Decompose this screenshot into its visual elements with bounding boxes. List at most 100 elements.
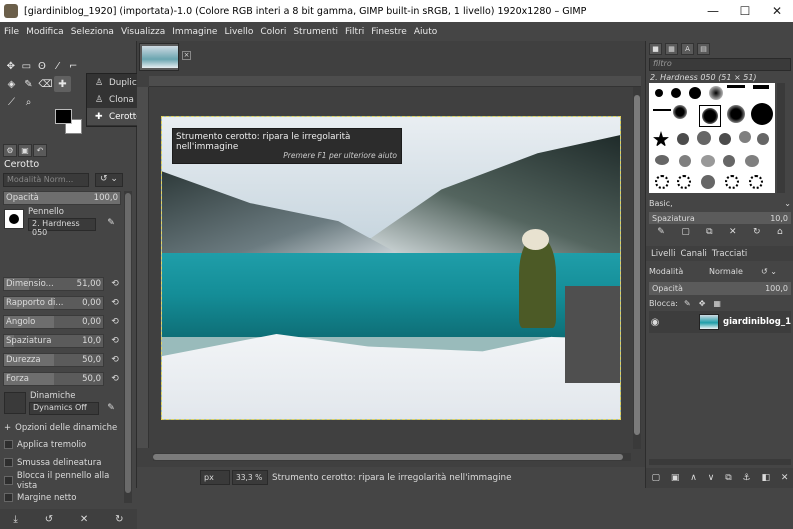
brushes-tab-icon[interactable]: ■ xyxy=(649,43,662,55)
dynamics-options-expander[interactable]: + Opzioni delle dinamiche xyxy=(4,421,117,434)
paintbrush-tool-icon[interactable]: ✎ xyxy=(20,76,37,92)
layer-mask-icon[interactable]: ◧ xyxy=(762,473,771,483)
menu-strumenti[interactable]: Strumenti xyxy=(293,27,338,37)
tab-layers[interactable]: Livelli xyxy=(651,249,675,259)
slider-reset-icon[interactable]: ⟲ xyxy=(108,315,122,329)
delete-layer-icon[interactable]: ✕ xyxy=(781,473,789,483)
document-history-tab-icon[interactable]: ▤ xyxy=(697,43,710,55)
brush-preview[interactable] xyxy=(4,209,24,229)
slider-4[interactable]: Durezza 50,0 xyxy=(3,353,104,367)
dynamics-field[interactable]: Dynamics Off xyxy=(29,402,99,415)
duplicate-layer-icon[interactable]: ⧉ xyxy=(725,473,731,483)
slider-2[interactable]: Angolo 0,00 xyxy=(3,315,104,329)
tool-options-tab-icon[interactable]: ⚙ xyxy=(3,144,17,157)
menu-immagine[interactable]: Immagine xyxy=(172,27,217,37)
fonts-tab-icon[interactable]: A xyxy=(681,43,694,55)
slider-reset-icon[interactable]: ⟲ xyxy=(108,334,122,348)
brush-filter-input[interactable]: filtro xyxy=(649,58,791,71)
brush-grid[interactable] xyxy=(649,83,775,193)
slider-0[interactable]: Dimensio... 51,00 xyxy=(3,277,104,291)
brush-refresh-icon[interactable]: ↻ xyxy=(753,227,761,237)
menu-colori[interactable]: Colori xyxy=(260,27,286,37)
foreground-color-swatch[interactable] xyxy=(55,109,72,124)
crop-tool-icon[interactable]: ⌐ xyxy=(65,58,81,74)
image-tab-thumbnail[interactable] xyxy=(139,43,179,71)
vertical-ruler[interactable] xyxy=(137,87,149,448)
visibility-eye-icon[interactable]: ◉ xyxy=(649,317,661,328)
color-swatches[interactable] xyxy=(55,109,85,137)
device-status-tab-icon[interactable]: ▣ xyxy=(18,144,32,157)
menu-livello[interactable]: Livello xyxy=(224,27,253,37)
close-button[interactable]: ✕ xyxy=(761,0,793,22)
horizontal-ruler[interactable] xyxy=(149,76,641,87)
color-picker-tool-icon[interactable]: ⟋ xyxy=(3,94,20,110)
lock-alpha-icon[interactable]: ▦ xyxy=(713,299,721,308)
move-tool-icon[interactable]: ✥ xyxy=(3,58,19,74)
raise-layer-icon[interactable]: ∧ xyxy=(690,473,697,483)
brush-grid-scrollbar[interactable] xyxy=(777,83,785,193)
zoom-tool-icon[interactable]: ⌕ xyxy=(20,94,37,110)
delete-options-icon[interactable]: ✕ xyxy=(80,514,88,525)
brush-open-icon[interactable]: ⌂ xyxy=(777,227,783,237)
lock-pixels-icon[interactable]: ✎ xyxy=(684,299,691,308)
maximize-button[interactable]: ☐ xyxy=(729,0,761,22)
menu-file[interactable]: File xyxy=(4,27,19,37)
tool-options-scrollbar[interactable] xyxy=(124,191,132,503)
slider-3[interactable]: Spaziatura 10,0 xyxy=(3,334,104,348)
lower-layer-icon[interactable]: ∨ xyxy=(708,473,715,483)
slider-1[interactable]: Rapporto di... 0,00 xyxy=(3,296,104,310)
dynamics-icon[interactable] xyxy=(4,392,26,414)
rect-select-tool-icon[interactable]: ▭ xyxy=(19,58,35,74)
brush-edit-icon[interactable]: ✎ xyxy=(657,227,665,237)
fuzzy-select-tool-icon[interactable]: ⁄ xyxy=(50,58,66,74)
hard-edge-checkbox[interactable]: Margine netto xyxy=(4,491,76,504)
layer-mode-dropdown[interactable]: Normale xyxy=(709,267,761,276)
slider-reset-icon[interactable]: ⟲ xyxy=(108,353,122,367)
undo-history-tab-icon[interactable]: ↶ xyxy=(33,144,47,157)
brush-duplicate-icon[interactable]: ⧉ xyxy=(706,227,712,237)
zoom-dropdown[interactable]: 33,3 % xyxy=(232,470,268,485)
heal-tool-icon[interactable]: ✚ xyxy=(54,76,71,92)
brush-new-icon[interactable]: ▢ xyxy=(681,227,690,237)
edit-brush-icon[interactable]: ✎ xyxy=(104,216,118,230)
edit-dynamics-icon[interactable]: ✎ xyxy=(104,401,118,415)
image-tab-close-icon[interactable]: × xyxy=(182,51,191,60)
slider-5[interactable]: Forza 50,0 xyxy=(3,372,104,386)
slider-reset-icon[interactable]: ⟲ xyxy=(108,277,122,291)
reset-options-icon[interactable]: ↻ xyxy=(115,514,123,525)
slider-reset-icon[interactable]: ⟲ xyxy=(108,372,122,386)
layer-row[interactable]: ◉ giardiniblog_1 xyxy=(649,311,791,333)
brush-name-field[interactable]: 2. Hardness 050 xyxy=(28,218,96,237)
horizontal-scrollbar[interactable] xyxy=(153,453,631,461)
menu-filtri[interactable]: Filtri xyxy=(345,27,364,37)
bucket-fill-tool-icon[interactable]: ◈ xyxy=(3,76,20,92)
smooth-stroke-checkbox[interactable]: Smussa delineatura xyxy=(4,456,101,469)
menu-modifica[interactable]: Modifica xyxy=(26,27,64,37)
layer-opacity-slider[interactable]: Opacità 100,0 xyxy=(649,282,791,295)
mode-reset-dropdown[interactable]: ↺ ⌄ xyxy=(95,172,123,187)
apply-jitter-checkbox[interactable]: Applica tremolio xyxy=(4,438,86,451)
slider-reset-icon[interactable]: ⟲ xyxy=(108,296,122,310)
lasso-tool-icon[interactable]: ʘ xyxy=(34,58,50,74)
save-options-icon[interactable]: ⤓ xyxy=(13,514,17,525)
menu-aiuto[interactable]: Aiuto xyxy=(414,27,437,37)
menu-visualizza[interactable]: Visualizza xyxy=(121,27,165,37)
preset-dropdown-chevron-icon[interactable]: ⌄ xyxy=(784,199,791,211)
anchor-layer-icon[interactable]: ⚓ xyxy=(743,473,751,483)
brush-spacing-slider[interactable]: Spaziatura 10,0 xyxy=(649,212,791,224)
vertical-scrollbar[interactable] xyxy=(633,87,641,449)
new-group-icon[interactable]: ▣ xyxy=(671,473,680,483)
new-layer-icon[interactable]: ▢ xyxy=(651,473,660,483)
tab-channels[interactable]: Canali xyxy=(680,249,706,259)
layers-scrollbar[interactable] xyxy=(649,459,791,465)
menu-seleziona[interactable]: Seleziona xyxy=(71,27,114,37)
lock-brush-to-view-checkbox[interactable]: Blocca il pennello alla vista xyxy=(4,471,130,491)
layer-mode-reset-icon[interactable]: ↺ ⌄ xyxy=(761,267,777,276)
opacity-slider[interactable]: Opacità 100,0 xyxy=(3,191,121,205)
patterns-tab-icon[interactable]: ▦ xyxy=(665,43,678,55)
unit-dropdown[interactable]: px xyxy=(200,470,230,485)
menu-finestre[interactable]: Finestre xyxy=(371,27,407,37)
restore-options-icon[interactable]: ↺ xyxy=(45,514,53,525)
lock-position-icon[interactable]: ✥ xyxy=(699,299,706,308)
tab-paths[interactable]: Tracciati xyxy=(712,249,747,259)
